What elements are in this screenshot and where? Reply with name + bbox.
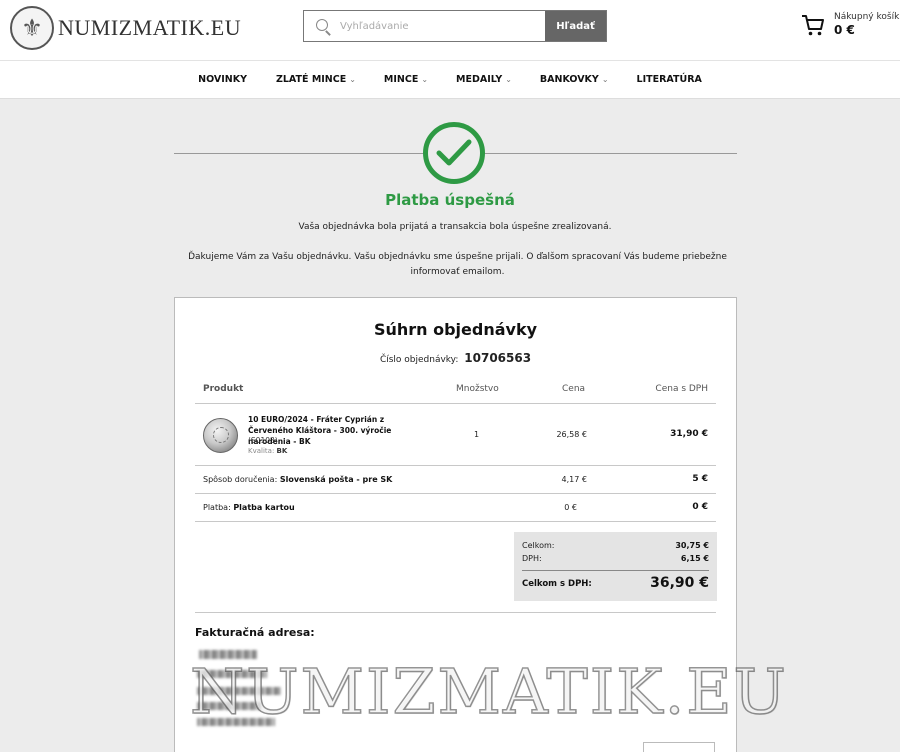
nav-item-label: ZLATÉ MINCE bbox=[275, 74, 347, 85]
table-header: Produkt Množstvo Cena Cena s DPH bbox=[195, 380, 716, 400]
payment-price: 0 € bbox=[564, 503, 577, 512]
logo-text: NUMIZMATIK.EU bbox=[58, 15, 242, 40]
delivery-label: Spôsob doručenia: bbox=[203, 475, 278, 484]
divider bbox=[195, 521, 716, 522]
divider bbox=[195, 465, 716, 466]
nav-item-novinky[interactable]: NOVINKY bbox=[183, 61, 262, 98]
product-code: (S0103) bbox=[248, 436, 278, 445]
divider bbox=[195, 612, 716, 613]
totals-box: Celkom: 30,75 € DPH: 6,15 € Celkom s DPH… bbox=[514, 532, 717, 601]
chevron-down-icon: ⌄ bbox=[349, 75, 356, 84]
cart-label: Nákupný košík bbox=[834, 12, 900, 22]
success-message: Vaša objednávka bola prijatá a transakci… bbox=[298, 222, 612, 232]
grand-total-label: Celkom s DPH: bbox=[522, 579, 592, 589]
search-bar: Hľadať bbox=[303, 10, 607, 42]
column-price: Cena bbox=[562, 384, 586, 394]
nav-item-medaily[interactable]: MEDAILY ⌄ bbox=[441, 61, 527, 98]
chevron-down-icon: ⌄ bbox=[601, 75, 609, 84]
chevron-down-icon: ⌄ bbox=[505, 75, 512, 84]
redacted-text bbox=[199, 650, 257, 659]
divider bbox=[195, 403, 716, 404]
logo-seal-icon bbox=[10, 6, 54, 50]
product-price-vat: 31,90 € bbox=[670, 429, 708, 439]
divider bbox=[195, 493, 716, 494]
total-value: 30,75 € bbox=[675, 541, 709, 550]
delivery-price-vat: 5 € bbox=[692, 474, 708, 484]
nav-item-label: NOVINKY bbox=[198, 74, 247, 85]
nav-item-mince[interactable]: MINCE ⌄ bbox=[369, 61, 443, 98]
search-input[interactable] bbox=[340, 11, 545, 41]
nav-item-label: LITERATÚRA bbox=[636, 74, 702, 85]
quality-value: BK bbox=[276, 447, 288, 455]
column-product: Produkt bbox=[203, 384, 244, 394]
checkmark-icon bbox=[436, 139, 472, 166]
nav-item-label: MEDAILY bbox=[456, 74, 503, 85]
chevron-down-icon: ⌄ bbox=[421, 75, 429, 84]
quality-label: Kvalita: bbox=[248, 447, 275, 455]
main-navigation: NOVINKY ZLATÉ MINCE ⌄ MINCE ⌄ MEDAILY ⌄ BAN… bbox=[0, 60, 900, 99]
payment-label-group: Platba: Platba kartou bbox=[203, 503, 295, 512]
order-number-value: 10706563 bbox=[464, 351, 532, 365]
grand-total-value: 36,90 € bbox=[650, 575, 709, 591]
divider bbox=[522, 570, 709, 571]
nav-item-zlate-mince[interactable]: ZLATÉ MINCE ⌄ bbox=[261, 61, 371, 98]
product-quality: Kvalita: BK bbox=[248, 447, 287, 455]
vat-value: 6,15 € bbox=[680, 554, 709, 563]
redacted-text bbox=[197, 702, 261, 710]
summary-title: Súhrn objednávky bbox=[373, 320, 538, 339]
nav-item-bankovky[interactable]: BANKOVKY ⌄ bbox=[525, 61, 624, 98]
delivery-label-group: Spôsob doručenia: Slovenská pošta - pre … bbox=[203, 475, 392, 484]
order-summary-card: Súhrn objednávky Číslo objednávky: 10706… bbox=[174, 297, 737, 752]
site-logo[interactable]: NUMIZMATIK.EU bbox=[10, 6, 241, 50]
payment-label: Platba: bbox=[203, 503, 231, 512]
order-number-label: Číslo objednávky: bbox=[379, 355, 459, 365]
column-price-vat: Cena s DPH bbox=[655, 384, 708, 394]
redacted-text bbox=[197, 718, 275, 726]
product-image[interactable] bbox=[203, 418, 238, 453]
site-header: NUMIZMATIK.EU Hľadať Nákupný košík 0 € bbox=[0, 0, 900, 60]
vat-label: DPH: bbox=[522, 554, 542, 563]
cart-amount: 0 € bbox=[834, 23, 855, 37]
nav-item-label: MINCE bbox=[383, 74, 419, 85]
total-label: Celkom: bbox=[522, 541, 555, 550]
table-row: 10 EURO/2024 - Fráter Cyprián z Červenéh… bbox=[195, 411, 716, 461]
success-title: Platba úspešná bbox=[385, 191, 515, 209]
shopping-cart-icon bbox=[802, 15, 824, 36]
search-icon bbox=[304, 11, 340, 41]
nav-item-label: BANKOVKY bbox=[539, 74, 599, 85]
redacted-text bbox=[197, 670, 267, 678]
payment-price-vat: 0 € bbox=[692, 502, 708, 512]
order-number: Číslo objednávky: 10706563 bbox=[175, 351, 736, 365]
delivery-value: Slovenská pošta - pre SK bbox=[279, 475, 393, 484]
redacted-text bbox=[197, 687, 281, 695]
column-quantity: Množstvo bbox=[456, 384, 499, 394]
payment-value: Platba kartou bbox=[233, 503, 295, 512]
billing-address-title: Fakturačná adresa: bbox=[195, 626, 315, 639]
cart-widget[interactable]: Nákupný košík 0 € bbox=[800, 12, 899, 38]
search-button[interactable]: Hľadať bbox=[545, 11, 606, 41]
delivery-price: 4,17 € bbox=[561, 475, 587, 484]
product-price: 26,58 € bbox=[556, 430, 587, 439]
nav-item-literatura[interactable]: LITERATÚRA bbox=[622, 61, 717, 98]
partial-box bbox=[643, 742, 715, 752]
product-quantity: 1 bbox=[474, 430, 480, 439]
success-check-icon bbox=[423, 122, 485, 184]
thanks-message: Ďakujeme Vám za Vašu objednávku. Vašu ob… bbox=[188, 252, 727, 277]
